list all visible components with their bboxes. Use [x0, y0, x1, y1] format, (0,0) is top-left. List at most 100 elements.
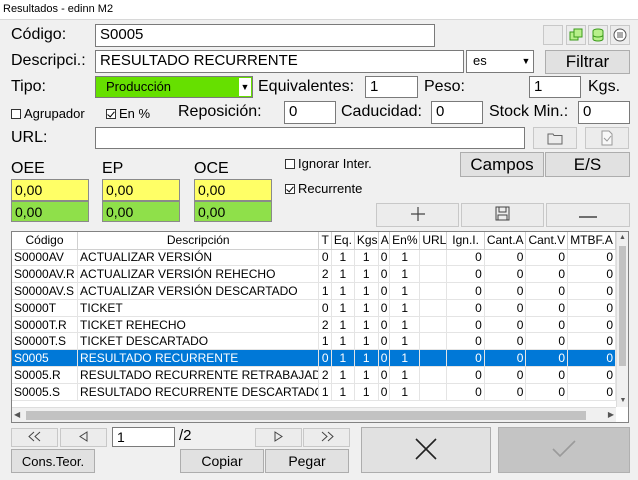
column-header[interactable]: Cant.V: [525, 232, 569, 250]
horizontal-scrollbar[interactable]: ◀ ▶: [12, 407, 616, 422]
hscroll-thumb[interactable]: [26, 411, 586, 420]
caducidad-input[interactable]: 0: [431, 101, 483, 124]
reposicion-input[interactable]: 0: [284, 101, 336, 124]
descripcion-input[interactable]: RESULTADO RECURRENTE: [95, 50, 464, 73]
tipo-select[interactable]: Producción ▼: [95, 76, 253, 98]
table-row[interactable]: S0005.R RESULTADO RECURRENTE RETRABAJADO 2…: [12, 366, 616, 384]
table-cell: 2: [318, 265, 332, 284]
table-cell: 0: [378, 249, 391, 267]
table-row[interactable]: S0000AV.S ACTUALIZAR VERSIÓN DESCARTADO 1 1…: [12, 282, 616, 300]
pegar-button[interactable]: Pegar: [265, 449, 349, 473]
ignorar-checkbox[interactable]: Ignorar Inter.: [285, 156, 372, 172]
table-cell: 0: [567, 299, 616, 317]
table-cell: 1: [331, 383, 355, 401]
chevron-down-icon[interactable]: ▼: [239, 78, 251, 96]
vertical-scrollbar[interactable]: ▲ ▼: [616, 232, 628, 407]
first-page-button[interactable]: [11, 428, 58, 447]
blank-toolbar-button[interactable]: [543, 25, 563, 45]
page-total: /2: [179, 427, 192, 444]
scroll-up-icon[interactable]: ▲: [617, 232, 628, 244]
table-header: Código Descripción T Eq. Kgs A En% URL Ign.I. Can…: [12, 232, 616, 250]
last-page-button[interactable]: [303, 428, 350, 447]
table-cell: 1: [331, 299, 355, 317]
equivalentes-input[interactable]: 1: [365, 76, 418, 98]
enpct-checkbox[interactable]: En %: [106, 106, 150, 122]
recurrente-check-box[interactable]: [285, 184, 295, 194]
table-row[interactable]: S0000T.R TICKET REHECHO 2 1 1 0 1 0 0 0 0: [12, 316, 616, 334]
table-cell: 1: [354, 299, 379, 317]
stockmin-input[interactable]: 0: [578, 101, 630, 124]
entrada-salida-button[interactable]: E/S: [545, 152, 630, 177]
filtrar-button[interactable]: Filtrar: [545, 50, 630, 74]
table-row[interactable]: S0005.S RESULTADO RECURRENTE DESCARTADO 1 1…: [12, 383, 616, 401]
table-row[interactable]: S0000T.S TICKET DESCARTADO 1 1 1 0 1 0 0 0 0: [12, 332, 616, 351]
table-cell: 0: [318, 249, 332, 267]
language-select[interactable]: es ▼: [466, 50, 534, 73]
table-row[interactable]: S0000AV.R ACTUALIZAR VERSIÓN REHECHO 2 1 1 0 1…: [12, 265, 616, 284]
scroll-left-icon[interactable]: ◀: [14, 410, 20, 419]
plus-icon: [410, 206, 426, 225]
table-row[interactable]: S0000AV ACTUALIZAR VERSIÓN 0 1 1 0 1 0 0 0 0: [12, 249, 616, 267]
scroll-thumb[interactable]: [619, 246, 626, 366]
table-row[interactable]: S0005 RESULTADO RECURRENTE 0 1 1 0 1 0 0 0 0: [12, 349, 616, 368]
campos-button[interactable]: Campos: [460, 152, 544, 177]
table-cell: 0: [484, 366, 527, 384]
database-icon[interactable]: [588, 25, 608, 45]
folder-icon[interactable]: [533, 127, 577, 149]
table-cell: 0: [378, 316, 391, 334]
table-row[interactable]: S0000T TICKET 0 1 1 0 1 0 0 0 0: [12, 299, 616, 317]
cancel-button[interactable]: [361, 427, 491, 473]
column-header[interactable]: Ign.I.: [446, 232, 485, 250]
menu-list-icon[interactable]: [610, 25, 630, 45]
column-header[interactable]: T: [318, 232, 332, 250]
page-input[interactable]: 1: [112, 427, 175, 447]
table-cell: [419, 332, 448, 351]
column-header[interactable]: Cant.A: [484, 232, 527, 250]
cons-teor-button[interactable]: Cons.Teor.: [11, 449, 95, 473]
agrupador-checkbox[interactable]: Agrupador: [11, 106, 85, 122]
peso-input[interactable]: 1: [529, 76, 581, 98]
results-table[interactable]: Código Descripción T Eq. Kgs A En% URL Ign.I. Can…: [12, 232, 616, 401]
table-cell: 1: [389, 349, 421, 368]
column-header[interactable]: Descripción: [77, 232, 320, 250]
url-input[interactable]: [95, 127, 525, 149]
chevron-down-icon[interactable]: ▼: [520, 52, 532, 71]
table-cell: 0: [378, 349, 391, 368]
next-page-button[interactable]: [255, 428, 302, 447]
ignorar-check-box[interactable]: [285, 159, 295, 169]
agrupador-check-box[interactable]: [11, 109, 21, 119]
delete-row-button[interactable]: [546, 203, 630, 227]
recurrente-checkbox[interactable]: Recurrente: [285, 181, 362, 197]
table-cell: 1: [389, 366, 421, 384]
table-cell: TICKET DESCARTADO: [77, 332, 320, 351]
column-header[interactable]: Eq.: [331, 232, 355, 250]
table-cell: 0: [567, 249, 616, 267]
table-cell: S0000T.R: [12, 316, 79, 334]
add-row-button[interactable]: [376, 203, 459, 227]
url-label: URL:: [11, 129, 48, 146]
prev-page-button[interactable]: [60, 428, 107, 447]
column-header[interactable]: Código: [12, 232, 79, 250]
table-cell: 0: [567, 265, 616, 284]
results-grid[interactable]: Código Descripción T Eq. Kgs A En% URL Ign.I. Can…: [11, 231, 629, 423]
triangle-left-icon: [79, 430, 88, 445]
copiar-button[interactable]: Copiar: [180, 449, 264, 473]
column-header[interactable]: En%: [389, 232, 421, 250]
accept-button[interactable]: [498, 427, 630, 473]
column-header[interactable]: MTBF.A: [567, 232, 616, 250]
scroll-right-icon[interactable]: ▶: [608, 410, 614, 419]
enpct-check-box[interactable]: [106, 109, 116, 119]
column-header[interactable]: A: [378, 232, 391, 250]
table-cell: 0: [446, 383, 485, 401]
peso-label: Peso:: [424, 78, 465, 95]
column-header[interactable]: Kgs: [354, 232, 379, 250]
document-icon[interactable]: [585, 127, 629, 149]
column-header[interactable]: URL: [419, 232, 448, 250]
table-cell: 1: [389, 383, 421, 401]
scroll-down-icon[interactable]: ▼: [617, 395, 628, 407]
save-row-button[interactable]: [461, 203, 544, 227]
copy-icon[interactable]: [566, 25, 586, 45]
table-cell: 1: [354, 265, 379, 284]
table-body[interactable]: S0000AV ACTUALIZAR VERSIÓN 0 1 1 0 1 0 0 0 0 S0000A…: [12, 249, 616, 401]
codigo-input[interactable]: S0005: [95, 24, 435, 47]
